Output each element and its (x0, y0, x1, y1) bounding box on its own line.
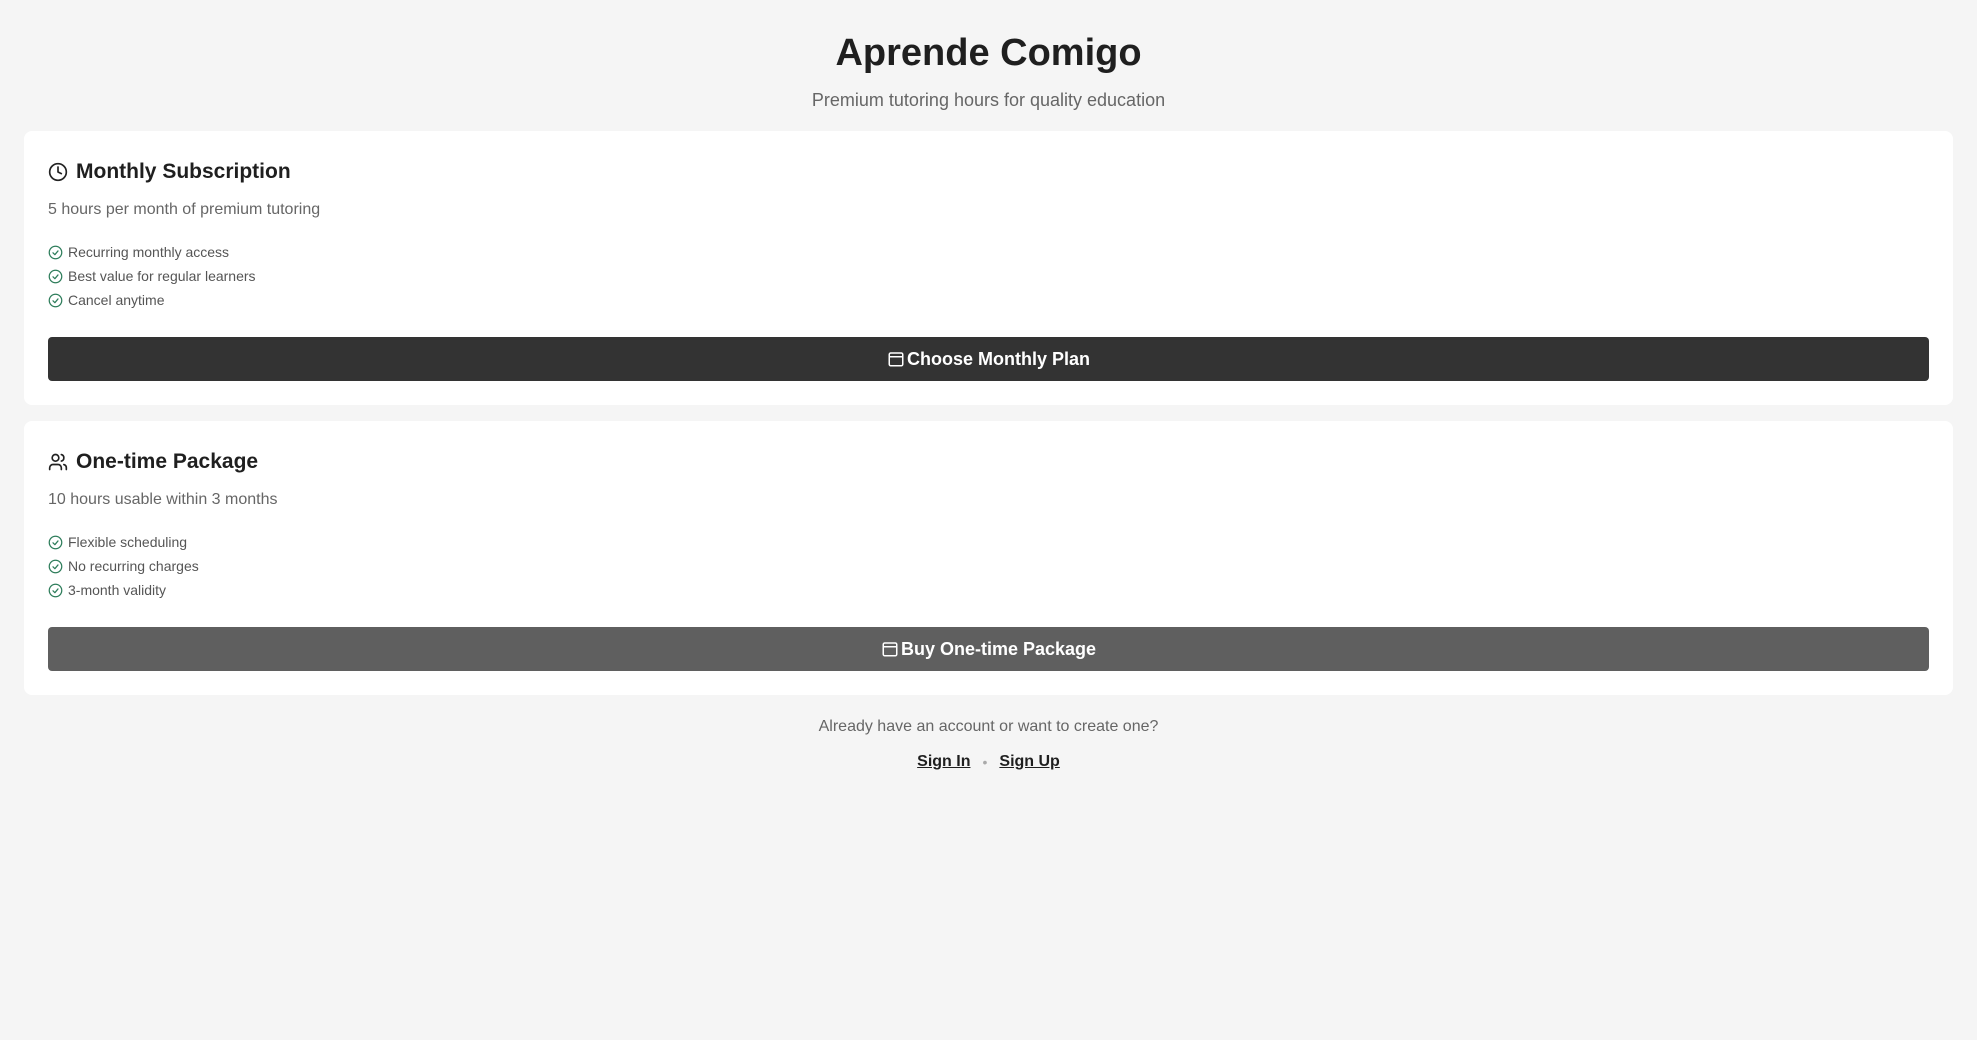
calendar-icon (887, 350, 905, 368)
feature-label: 3-month validity (68, 582, 167, 598)
buy-one-time-package-button[interactable]: Buy One-time Package (48, 627, 1929, 671)
button-label: Buy One-time Package (900, 638, 1097, 659)
plan-card-header: One-time Package (48, 449, 1929, 475)
feature-label: Best value for regular learners (68, 268, 256, 284)
feature-list: Flexible scheduling No recurring charges (48, 530, 1929, 602)
feature-item: 3-month validity (48, 578, 1929, 602)
separator-dot: • (982, 754, 988, 770)
check-circle-icon (48, 245, 63, 260)
feature-label: No recurring charges (68, 558, 199, 574)
plan-title: Monthly Subscription (76, 160, 291, 183)
auth-links: Sign In • Sign Up (24, 753, 1953, 771)
feature-item: No recurring charges (48, 554, 1929, 578)
sign-up-link[interactable]: Sign Up (999, 753, 1059, 771)
feature-label: Cancel anytime (68, 292, 165, 308)
choose-monthly-plan-button[interactable]: Choose Monthly Plan (48, 337, 1929, 381)
feature-item: Cancel anytime (48, 288, 1929, 312)
feature-label: Recurring monthly access (68, 244, 230, 260)
feature-item: Best value for regular learners (48, 264, 1929, 288)
plan-description: 5 hours per month of premium tutoring (48, 201, 321, 218)
calendar-icon (881, 640, 899, 658)
feature-item: Flexible scheduling (48, 530, 1929, 554)
page-title: Aprende Comigo (835, 32, 1142, 74)
page: Aprende Comigo Premium tutoring hours fo… (0, 0, 1977, 771)
clock-icon (48, 162, 68, 182)
feature-list: Recurring monthly access Best value for … (48, 240, 1929, 312)
auth-footer: Already have an account or want to creat… (24, 717, 1953, 771)
plan-title: One-time Package (76, 450, 259, 473)
plan-card-header: Monthly Subscription (48, 159, 1929, 185)
feature-item: Recurring monthly access (48, 240, 1929, 264)
users-icon (48, 452, 68, 472)
check-circle-icon (48, 269, 63, 284)
check-circle-icon (48, 583, 63, 598)
sign-in-link[interactable]: Sign In (917, 753, 970, 771)
auth-prompt: Already have an account or want to creat… (818, 718, 1159, 735)
feature-label: Flexible scheduling (68, 534, 188, 550)
check-circle-icon (48, 559, 63, 574)
plan-description: 10 hours usable within 3 months (48, 491, 278, 508)
check-circle-icon (48, 535, 63, 550)
button-label: Choose Monthly Plan (906, 348, 1090, 369)
page-subtitle: Premium tutoring hours for quality educa… (811, 90, 1166, 110)
page-header: Aprende Comigo Premium tutoring hours fo… (24, 0, 1953, 111)
plan-card-one-time: One-time Package 10 hours usable within … (24, 421, 1953, 695)
plan-card-monthly: Monthly Subscription 5 hours per month o… (24, 131, 1953, 405)
check-circle-icon (48, 293, 63, 308)
